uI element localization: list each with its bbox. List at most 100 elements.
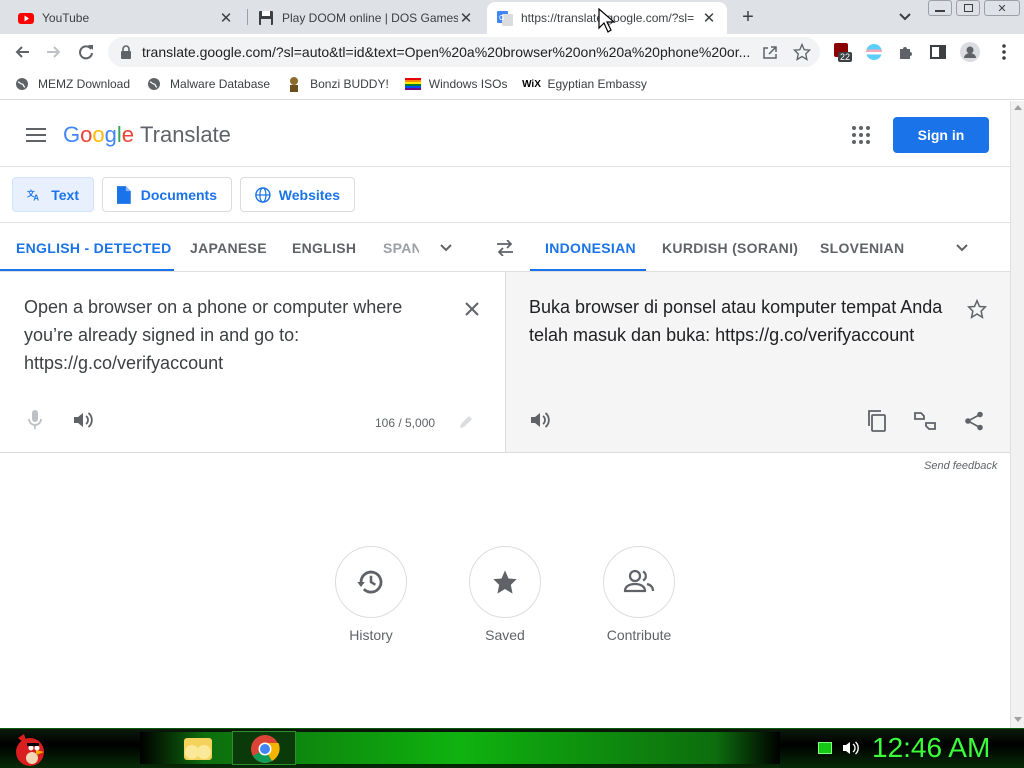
browser-menu-icon[interactable] (990, 38, 1018, 66)
main-menu-icon[interactable] (24, 123, 48, 147)
bookmark-memz[interactable]: MEMZ Download (14, 76, 130, 92)
side-panel-icon[interactable] (924, 38, 952, 66)
scroll-down-arrow-icon[interactable] (1014, 717, 1022, 722)
google-translate-icon: G (497, 11, 513, 26)
text-mode-button[interactable]: 文A Text (12, 177, 94, 212)
contribute-circle (603, 546, 675, 618)
websites-mode-button[interactable]: Websites (240, 177, 355, 212)
bookmark-egyptian-embassy[interactable]: WiX Egyptian Embassy (522, 76, 647, 92)
google-translate-logo[interactable]: Google Translate (63, 122, 231, 148)
profile-avatar-icon[interactable] (956, 38, 984, 66)
contribute-label: Contribute (606, 627, 672, 643)
chrome-taskbar-button[interactable] (232, 731, 296, 765)
tab-search-chevron-icon[interactable] (893, 5, 917, 29)
history-icon (357, 570, 383, 594)
bookmark-label: Egyptian Embassy (547, 77, 647, 91)
documents-mode-label: Documents (140, 186, 217, 203)
window-controls: ✕ (928, 0, 1020, 18)
file-explorer-taskbar-icon[interactable] (180, 732, 216, 764)
source-lang-japanese[interactable]: JAPANESE (190, 224, 267, 272)
start-button-angry-bird-icon[interactable] (8, 728, 48, 768)
source-text-input[interactable]: Open a browser on a phone or computer wh… (24, 293, 434, 377)
lock-icon[interactable] (120, 45, 132, 59)
document-icon (117, 185, 131, 204)
edit-pencil-icon[interactable] (457, 413, 475, 431)
target-lang-slovenian[interactable]: SLOVENIAN (820, 224, 904, 272)
microphone-icon[interactable] (24, 409, 46, 431)
bookmark-windows-isos[interactable]: Windows ISOs (404, 76, 508, 92)
rate-translation-icon[interactable] (912, 409, 938, 433)
history-button[interactable] (335, 546, 407, 618)
listen-translation-icon[interactable] (528, 409, 552, 431)
floppy-disk-icon (259, 11, 273, 25)
google-logo-letter: g (104, 122, 117, 147)
saved-circle (469, 546, 541, 618)
scroll-up-arrow-icon[interactable] (1014, 105, 1022, 110)
sign-in-button[interactable]: Sign in (893, 117, 989, 153)
source-lang-spanish[interactable]: SPAN (383, 224, 419, 272)
restore-icon[interactable] (956, 0, 980, 16)
translate-icon: 文A (27, 188, 39, 202)
google-logo-letter: o (80, 122, 93, 147)
back-icon[interactable] (8, 38, 36, 66)
close-tab-icon[interactable]: ✕ (458, 9, 474, 27)
close-window-icon[interactable]: ✕ (984, 0, 1020, 16)
extension-shield-icon[interactable]: 22 (834, 43, 856, 65)
extension-badge: 22 (838, 52, 853, 62)
listen-source-icon[interactable] (71, 409, 95, 431)
saved-button[interactable] (469, 546, 541, 618)
tab-youtube[interactable]: YouTube ✕ (8, 2, 244, 34)
contribute-button[interactable] (603, 546, 675, 618)
bookmark-malware-database[interactable]: Malware Database (146, 76, 270, 92)
copy-translation-icon[interactable] (865, 409, 889, 433)
minimize-icon[interactable] (928, 0, 952, 16)
puzzle-extensions-icon[interactable] (892, 38, 920, 66)
source-lang-more-chevron-icon[interactable] (436, 238, 456, 258)
product-name: Translate (140, 122, 231, 147)
forward-icon[interactable] (40, 38, 68, 66)
websites-mode-label: Websites (278, 186, 340, 203)
network-tray-icon[interactable] (818, 742, 832, 754)
extension-flag-icon[interactable] (866, 44, 882, 60)
google-logo-letter: e (121, 122, 135, 147)
youtube-icon (18, 13, 34, 24)
target-lang-kurdish[interactable]: KURDISH (SORANI) (662, 224, 798, 272)
page-scrollbar[interactable] (1010, 101, 1024, 728)
mouse-cursor-icon (598, 8, 616, 33)
target-lang-indonesian[interactable]: INDONESIAN (545, 224, 636, 272)
text-mode-label: Text (51, 186, 79, 203)
bookmark-star-icon[interactable] (793, 43, 811, 61)
target-lang-more-chevron-icon[interactable] (952, 238, 972, 258)
wix-icon: WiX (522, 78, 541, 90)
bookmark-label: Windows ISOs (428, 77, 508, 91)
bookmark-bonzi-buddy[interactable]: Bonzi BUDDY! (286, 76, 389, 92)
url-text: translate.google.com/?sl=auto&tl=id&text… (142, 44, 751, 60)
character-count: 106 / 5,000 (375, 416, 436, 430)
taskbar-clock[interactable]: 12:46 AM (872, 732, 990, 764)
share-icon[interactable] (762, 44, 778, 60)
svg-text:A: A (33, 193, 39, 202)
source-lang-detected[interactable]: ENGLISH - DETECTED (16, 224, 172, 272)
star-icon (493, 570, 517, 594)
rainbow-flag-icon (404, 76, 421, 92)
documents-mode-button[interactable]: Documents (102, 177, 232, 212)
volume-tray-icon[interactable] (842, 740, 860, 756)
tab-doom[interactable]: Play DOOM online | DOS Games ✕ (248, 2, 484, 34)
apps-grid-icon[interactable] (851, 125, 871, 145)
close-tab-icon[interactable]: ✕ (218, 9, 234, 27)
swap-languages-icon[interactable] (494, 237, 516, 259)
translated-text: Buka browser di ponsel atau komputer tem… (529, 297, 943, 345)
source-lang-english[interactable]: ENGLISH (292, 224, 356, 272)
address-bar[interactable]: translate.google.com/?sl=auto&tl=id&text… (108, 37, 820, 67)
bonzi-icon (286, 76, 302, 92)
share-translation-icon[interactable] (962, 409, 986, 433)
clear-source-text-icon[interactable] (461, 298, 483, 320)
new-tab-icon[interactable]: + (736, 5, 760, 29)
google-logo: Google (63, 122, 134, 148)
tab-title: YouTube (42, 11, 90, 25)
close-tab-icon[interactable]: ✕ (701, 9, 717, 27)
reload-icon[interactable] (72, 38, 100, 66)
chrome-icon (251, 735, 280, 763)
send-feedback-link[interactable]: Send feedback (924, 460, 997, 472)
save-translation-star-icon[interactable] (965, 297, 989, 321)
